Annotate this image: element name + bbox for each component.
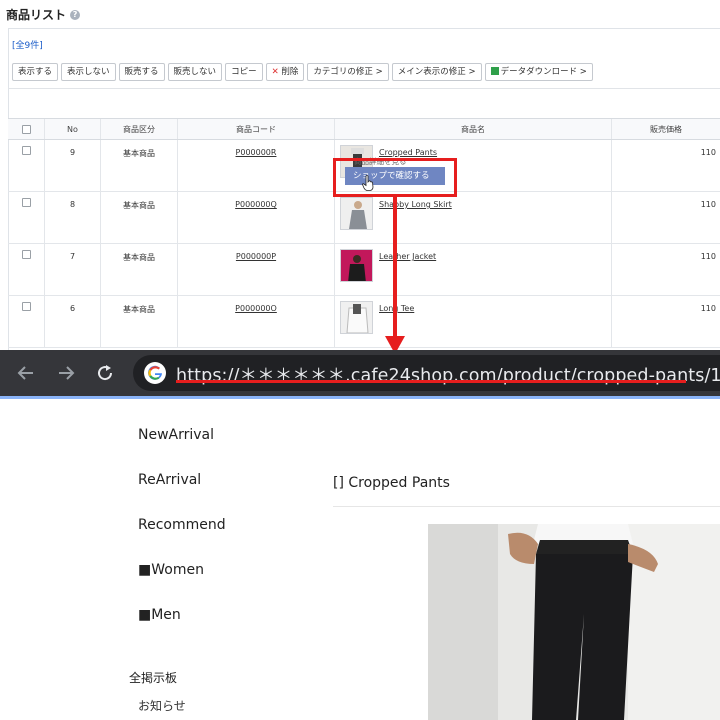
toolbar-divider (8, 88, 720, 89)
product-thumbnail[interactable] (340, 197, 373, 230)
row-price: 110 (700, 304, 716, 313)
browser-toolbar: https://＊＊＊＊＊＊.cafe24shop.com/product/cr… (0, 350, 720, 396)
url-text[interactable]: https://＊＊＊＊＊＊.cafe24shop.com/product/cr… (176, 362, 720, 387)
product-thumbnail[interactable] (340, 301, 373, 334)
header-code[interactable]: 商品コード (178, 119, 335, 139)
reload-icon[interactable] (92, 360, 118, 386)
product-name-link[interactable]: Shabby Long Skirt (379, 200, 452, 209)
product-photo[interactable] (428, 524, 720, 720)
row-checkbox[interactable] (21, 250, 31, 259)
row-checkbox-cell (8, 140, 45, 191)
board-section-title: 全掲示板 (129, 671, 178, 685)
address-bar[interactable]: https://＊＊＊＊＊＊.cafe24shop.com/product/cr… (133, 355, 720, 391)
row-type: 基本商品 (101, 296, 178, 347)
product-thumbnail[interactable] (340, 249, 373, 282)
row-code-cell: P000000O (178, 296, 335, 347)
select-all-cell (8, 119, 45, 139)
row-price: 110 (700, 148, 716, 157)
product-code-link[interactable]: P000000Q (235, 200, 277, 209)
row-code-cell: P000000Q (178, 192, 335, 243)
category-edit-button[interactable]: カテゴリの修正 > (307, 63, 389, 81)
forward-arrow-icon[interactable] (53, 360, 79, 386)
action-toolbar: 表示する 表示しない 販売する 販売しない コピー ✕ 削除 カテゴリの修正 >… (12, 63, 593, 81)
admin-product-list-panel: 商品リスト ? [全9件] 表示する 表示しない 販売する 販売しない コピー … (0, 0, 720, 350)
row-checkbox-cell (8, 244, 45, 295)
title-divider (333, 506, 720, 507)
annotation-arrow-head (385, 336, 405, 350)
delete-x-icon: ✕ (271, 67, 279, 77)
select-all-checkbox[interactable] (21, 124, 31, 134)
table-header: No 商品区分 商品コード 商品名 販売価格 (8, 118, 720, 140)
hand-cursor-icon (362, 175, 374, 195)
show-button[interactable]: 表示する (12, 63, 59, 81)
header-name[interactable]: 商品名 (335, 119, 612, 139)
row-name-cell: Long Tee (335, 296, 612, 347)
product-table: No 商品区分 商品コード 商品名 販売価格 9 基本商品 P000000R C… (8, 118, 720, 348)
row-price: 110 (700, 252, 716, 261)
row-checkbox[interactable] (21, 146, 31, 155)
data-download-label: データダウンロード > (500, 67, 587, 77)
row-no: 6 (45, 296, 101, 347)
row-code-cell: P000000P (178, 244, 335, 295)
header-no[interactable]: No (45, 119, 101, 139)
category-link[interactable]: NewArrival (138, 427, 214, 443)
row-checkbox[interactable] (21, 198, 31, 207)
google-g-icon (144, 362, 166, 384)
row-no: 7 (45, 244, 101, 295)
row-type: 基本商品 (101, 192, 178, 243)
product-name-link[interactable]: Leather Jacket (379, 252, 436, 261)
main-display-edit-button[interactable]: メイン表示の修正 > (391, 63, 482, 81)
row-no: 8 (45, 192, 101, 243)
row-checkbox-cell (8, 296, 45, 347)
annotation-highlight-box (333, 158, 457, 197)
category-link[interactable]: Recommend (138, 517, 226, 533)
row-no: 9 (45, 140, 101, 191)
row-type: 基本商品 (101, 140, 178, 191)
copy-button[interactable]: コピー (225, 63, 263, 81)
shop-product-page: NewArrival ReArrival Recommend ■Women ■M… (0, 399, 720, 720)
header-type[interactable]: 商品区分 (101, 119, 178, 139)
annotation-arrow-line (393, 197, 397, 340)
product-code-link[interactable]: P000000R (236, 148, 277, 157)
item-count-label: [全9件] (12, 41, 43, 51)
product-title: [] Cropped Pants (333, 475, 450, 491)
product-code-link[interactable]: P000000P (236, 252, 276, 261)
row-checkbox-cell (8, 192, 45, 243)
page-title-text: 商品リスト (6, 8, 67, 22)
help-icon[interactable]: ? (70, 9, 81, 20)
row-price: 110 (700, 200, 716, 209)
row-code-cell: P000000R (178, 140, 335, 191)
table-row: 8 基本商品 P000000Q Shabby Long Skirt 110 (8, 192, 720, 244)
row-checkbox[interactable] (21, 302, 31, 311)
back-arrow-icon[interactable] (13, 360, 39, 386)
row-name-cell: Shabby Long Skirt (335, 192, 612, 243)
excel-icon (490, 67, 499, 75)
delete-label: 削除 (281, 67, 299, 77)
table-row: 6 基本商品 P000000O Long Tee 110 (8, 296, 720, 348)
row-type: 基本商品 (101, 244, 178, 295)
product-code-link[interactable]: P000000O (235, 304, 277, 313)
stop-selling-button[interactable]: 販売しない (167, 63, 223, 81)
url-annotation-underline (176, 380, 686, 383)
data-download-button[interactable]: データダウンロード > (484, 63, 593, 81)
hide-button[interactable]: 表示しない (61, 63, 116, 81)
delete-button[interactable]: ✕ 削除 (265, 63, 305, 81)
table-row: 7 基本商品 P000000P Leather Jacket 110 (8, 244, 720, 296)
sell-button[interactable]: 販売する (118, 63, 165, 81)
header-price[interactable]: 販売価格 (612, 119, 720, 139)
category-link[interactable]: ■Men (138, 607, 181, 623)
category-link[interactable]: ReArrival (138, 472, 201, 488)
category-link[interactable]: ■Women (138, 562, 204, 578)
row-name-cell: Leather Jacket (335, 244, 612, 295)
page-title: 商品リスト ? (6, 6, 81, 23)
board-notice-link[interactable]: お知らせ (138, 697, 186, 714)
